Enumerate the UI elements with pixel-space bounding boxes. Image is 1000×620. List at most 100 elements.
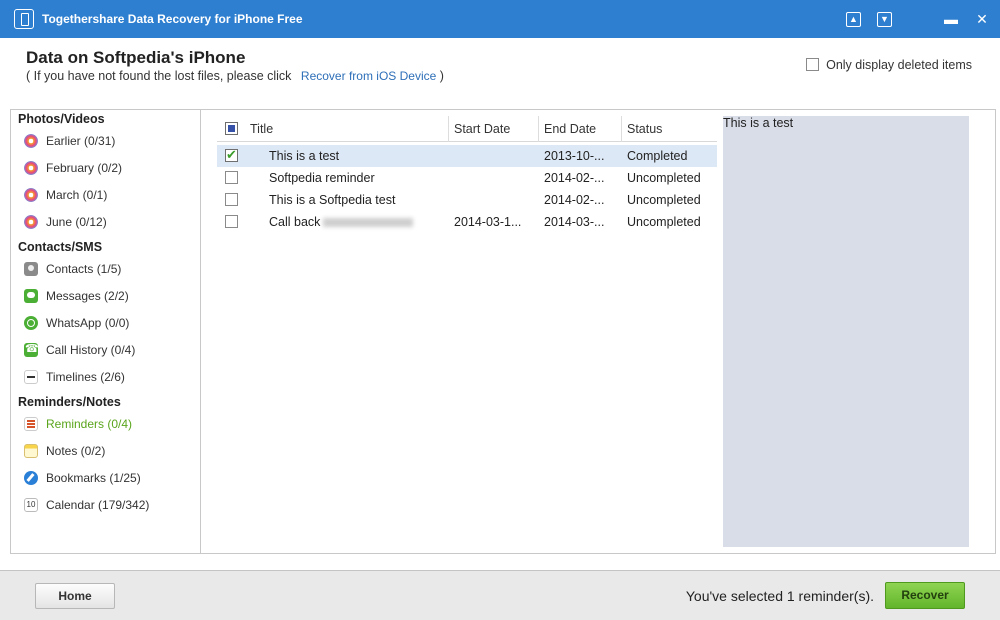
sidebar-item-label: February (0/2) bbox=[46, 161, 123, 175]
column-status[interactable]: Status bbox=[622, 116, 717, 142]
select-all-cell[interactable] bbox=[217, 116, 245, 142]
row-checkbox[interactable] bbox=[225, 171, 238, 184]
deleted-only-checkbox[interactable] bbox=[806, 58, 820, 71]
row-start-date bbox=[454, 145, 539, 167]
sidebar-item-label: Contacts (1/5) bbox=[46, 262, 122, 276]
group-title-reminders: Reminders/Notes bbox=[18, 395, 121, 409]
app-icon bbox=[14, 9, 34, 29]
sidebar-item-label: Earlier (0/31) bbox=[46, 134, 116, 148]
sidebar-item-june[interactable]: June (0/12) bbox=[24, 212, 107, 232]
select-all-checkbox[interactable] bbox=[225, 122, 238, 135]
row-status: Uncompleted bbox=[627, 215, 701, 229]
sidebar-item-call-history[interactable]: Call History (0/4) bbox=[24, 340, 135, 360]
photos-icon bbox=[24, 161, 38, 175]
category-sidebar: Photos/Videos Earlier (0/31) February (0… bbox=[11, 110, 201, 553]
phone-icon bbox=[24, 342, 39, 357]
column-title[interactable]: Title bbox=[245, 116, 449, 142]
home-button[interactable]: Home bbox=[35, 583, 115, 609]
redacted-text bbox=[323, 218, 414, 228]
sidebar-item-label: June (0/12) bbox=[46, 215, 107, 229]
notes-icon bbox=[24, 444, 38, 458]
calendar-icon: 10 bbox=[24, 498, 38, 512]
main-panel: Photos/Videos Earlier (0/31) February (0… bbox=[10, 109, 996, 554]
table-row[interactable]: This is a Softpedia test 2014-02-... Unc… bbox=[217, 189, 717, 211]
table-row[interactable]: Call back 2014-03-1... 2014-03-... Uncom… bbox=[217, 211, 717, 233]
selection-status: You've selected 1 reminder(s). bbox=[685, 588, 874, 604]
row-start-date bbox=[454, 167, 539, 189]
sidebar-item-messages[interactable]: Messages (2/2) bbox=[24, 286, 129, 306]
row-end-date: 2013-10-... bbox=[544, 149, 605, 163]
sidebar-item-label: Notes (0/2) bbox=[46, 444, 106, 458]
footer-bar: Home You've selected 1 reminder(s). Reco… bbox=[0, 570, 1000, 620]
window-title: Togethershare Data Recovery for iPhone F… bbox=[42, 12, 303, 26]
subtitle-close-paren: ) bbox=[439, 69, 444, 83]
column-end-date[interactable]: End Date bbox=[539, 116, 622, 142]
row-end-date: 2014-02-... bbox=[544, 171, 605, 185]
row-title-cell: Call back bbox=[269, 211, 447, 233]
sidebar-item-reminders[interactable]: Reminders (0/4) bbox=[24, 414, 132, 434]
contacts-icon bbox=[24, 262, 38, 276]
photos-icon bbox=[24, 215, 38, 229]
preview-pane: This is a test bbox=[723, 116, 969, 547]
recover-from-device-link[interactable]: Recover from iOS Device bbox=[301, 69, 436, 83]
subtitle-text: ( If you have not found the lost files, … bbox=[26, 69, 292, 83]
row-title: This is a Softpedia test bbox=[269, 193, 396, 207]
row-start-date: 2014-03-1... bbox=[454, 215, 522, 229]
photos-icon bbox=[24, 134, 38, 148]
row-checkbox[interactable] bbox=[225, 193, 238, 206]
column-start-date[interactable]: Start Date bbox=[449, 116, 539, 142]
page-header: Data on Softpedia's iPhone ( If you have… bbox=[0, 38, 1000, 102]
sidebar-item-label: Bookmarks (1/25) bbox=[46, 471, 141, 485]
sidebar-item-label: Reminders (0/4) bbox=[46, 417, 133, 431]
reminders-table: Title Start Date End Date Status This is… bbox=[217, 116, 717, 549]
row-status: Uncompleted bbox=[627, 171, 701, 185]
sidebar-item-label: Call History (0/4) bbox=[46, 343, 136, 357]
menu-dropdown-icon[interactable]: ▼ bbox=[877, 12, 892, 27]
row-checkbox[interactable] bbox=[225, 147, 238, 163]
row-title: This is a test bbox=[269, 149, 340, 163]
sidebar-item-earlier[interactable]: Earlier (0/31) bbox=[24, 131, 115, 151]
sidebar-item-notes[interactable]: Notes (0/2) bbox=[24, 441, 105, 461]
deleted-only-toggle[interactable]: Only display deleted items bbox=[806, 58, 972, 72]
row-end-date: 2014-02-... bbox=[544, 193, 605, 207]
upload-icon[interactable]: ▲ bbox=[846, 12, 861, 27]
row-start-date bbox=[454, 189, 539, 211]
sidebar-item-label: Calendar (179/342) bbox=[46, 498, 150, 512]
row-title: Call back bbox=[269, 215, 321, 229]
page-title: Data on Softpedia's iPhone bbox=[26, 48, 246, 67]
close-button[interactable]: ✕ bbox=[972, 9, 992, 29]
deleted-only-label: Only display deleted items bbox=[826, 58, 972, 72]
row-end-date: 2014-03-... bbox=[544, 215, 605, 229]
sidebar-item-whatsapp[interactable]: WhatsApp (0/0) bbox=[24, 313, 129, 333]
sidebar-item-february[interactable]: February (0/2) bbox=[24, 158, 122, 178]
sidebar-item-timelines[interactable]: Timelines (2/6) bbox=[24, 367, 125, 387]
sidebar-item-calendar[interactable]: 10 Calendar (179/342) bbox=[24, 495, 149, 515]
sidebar-item-label: Timelines (2/6) bbox=[46, 370, 125, 384]
table-row[interactable]: This is a test 2013-10-... Completed bbox=[217, 145, 717, 167]
table-row[interactable]: Softpedia reminder 2014-02-... Uncomplet… bbox=[217, 167, 717, 189]
preview-text: This is a test bbox=[723, 116, 794, 130]
photos-icon bbox=[24, 188, 38, 202]
sidebar-item-label: Messages (2/2) bbox=[46, 289, 129, 303]
minimize-button[interactable]: ▬ bbox=[941, 9, 961, 29]
recover-button[interactable]: Recover bbox=[885, 582, 965, 609]
timeline-icon bbox=[24, 370, 38, 384]
row-checkbox[interactable] bbox=[225, 215, 238, 228]
sidebar-item-contacts[interactable]: Contacts (1/5) bbox=[24, 259, 121, 279]
sidebar-item-bookmarks[interactable]: Bookmarks (1/25) bbox=[24, 468, 141, 488]
sidebar-item-label: WhatsApp (0/0) bbox=[46, 316, 130, 330]
subtitle: ( If you have not found the lost files, … bbox=[26, 69, 444, 83]
messages-icon bbox=[24, 289, 38, 303]
table-header: Title Start Date End Date Status bbox=[217, 116, 717, 142]
group-title-photos: Photos/Videos bbox=[18, 112, 105, 126]
sidebar-item-march[interactable]: March (0/1) bbox=[24, 185, 107, 205]
row-status: Uncompleted bbox=[627, 193, 701, 207]
whatsapp-icon bbox=[24, 316, 38, 330]
sidebar-item-label: March (0/1) bbox=[46, 188, 108, 202]
title-bar: Togethershare Data Recovery for iPhone F… bbox=[0, 0, 1000, 38]
reminders-icon bbox=[24, 417, 38, 431]
row-title: Softpedia reminder bbox=[269, 171, 375, 185]
group-title-contacts: Contacts/SMS bbox=[18, 240, 103, 254]
row-status: Completed bbox=[627, 149, 688, 163]
bookmarks-icon bbox=[24, 471, 38, 485]
